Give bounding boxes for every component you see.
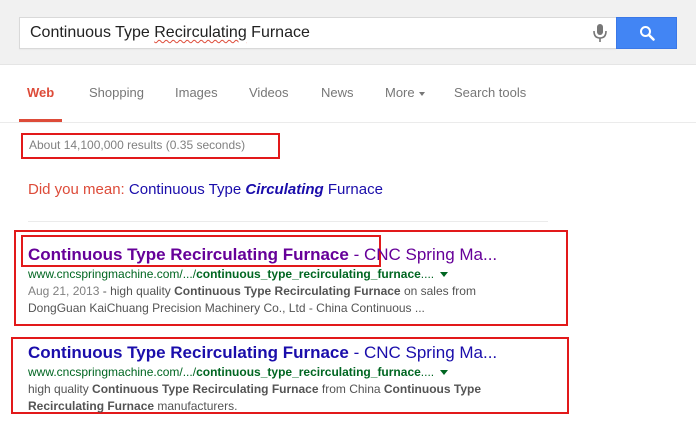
- result-date: Aug 21, 2013: [28, 284, 100, 298]
- search-result: Continuous Type Recirculating Furnace - …: [28, 245, 538, 317]
- divider: [28, 221, 548, 222]
- query-part-3: Furnace: [246, 24, 310, 41]
- highlight-box-stats: [21, 133, 280, 159]
- result-title-link[interactable]: Continuous Type Recirculating Furnace - …: [28, 343, 538, 363]
- result-url: www.cncspringmachine.com/.../continuous_…: [28, 266, 538, 283]
- tab-web[interactable]: Web: [27, 85, 54, 100]
- search-button[interactable]: [616, 17, 677, 49]
- tab-shopping[interactable]: Shopping: [89, 85, 144, 100]
- query-misspelled-word: Recirculating: [154, 24, 247, 41]
- tab-images[interactable]: Images: [175, 85, 218, 100]
- active-tab-indicator: [19, 119, 62, 122]
- tab-news[interactable]: News: [321, 85, 354, 100]
- tab-more-label: More: [385, 85, 415, 100]
- did-you-mean-link[interactable]: Continuous Type Circulating Furnace: [129, 181, 383, 198]
- did-you-mean-label: Did you mean:: [28, 181, 129, 198]
- tab-search-tools[interactable]: Search tools: [454, 85, 526, 100]
- search-input[interactable]: Continuous Type Recirculating Furnace: [30, 18, 570, 48]
- did-you-mean: Did you mean: Continuous Type Circulatin…: [28, 181, 383, 198]
- search-result: Continuous Type Recirculating Furnace - …: [28, 343, 538, 415]
- result-snippet: Aug 21, 2013 - high quality Continuous T…: [28, 284, 476, 315]
- microphone-icon[interactable]: [590, 22, 610, 44]
- result-title-link[interactable]: Continuous Type Recirculating Furnace - …: [28, 245, 538, 265]
- search-header: Continuous Type Recirculating Furnace: [0, 0, 696, 65]
- url-dropdown-arrow-icon[interactable]: [440, 272, 449, 278]
- result-url: www.cncspringmachine.com/.../continuous_…: [28, 364, 538, 381]
- query-part-1: Continuous Type: [30, 24, 155, 41]
- search-icon: [640, 26, 655, 41]
- search-box[interactable]: Continuous Type Recirculating Furnace: [19, 17, 616, 49]
- tab-more[interactable]: More: [385, 85, 425, 100]
- search-tabs: Web Shopping Images Videos News More Sea…: [0, 64, 696, 123]
- result-snippet: high quality Continuous Type Recirculati…: [28, 382, 481, 413]
- chevron-down-icon: [418, 91, 425, 96]
- tab-videos[interactable]: Videos: [249, 85, 289, 100]
- url-dropdown-arrow-icon[interactable]: [440, 370, 449, 376]
